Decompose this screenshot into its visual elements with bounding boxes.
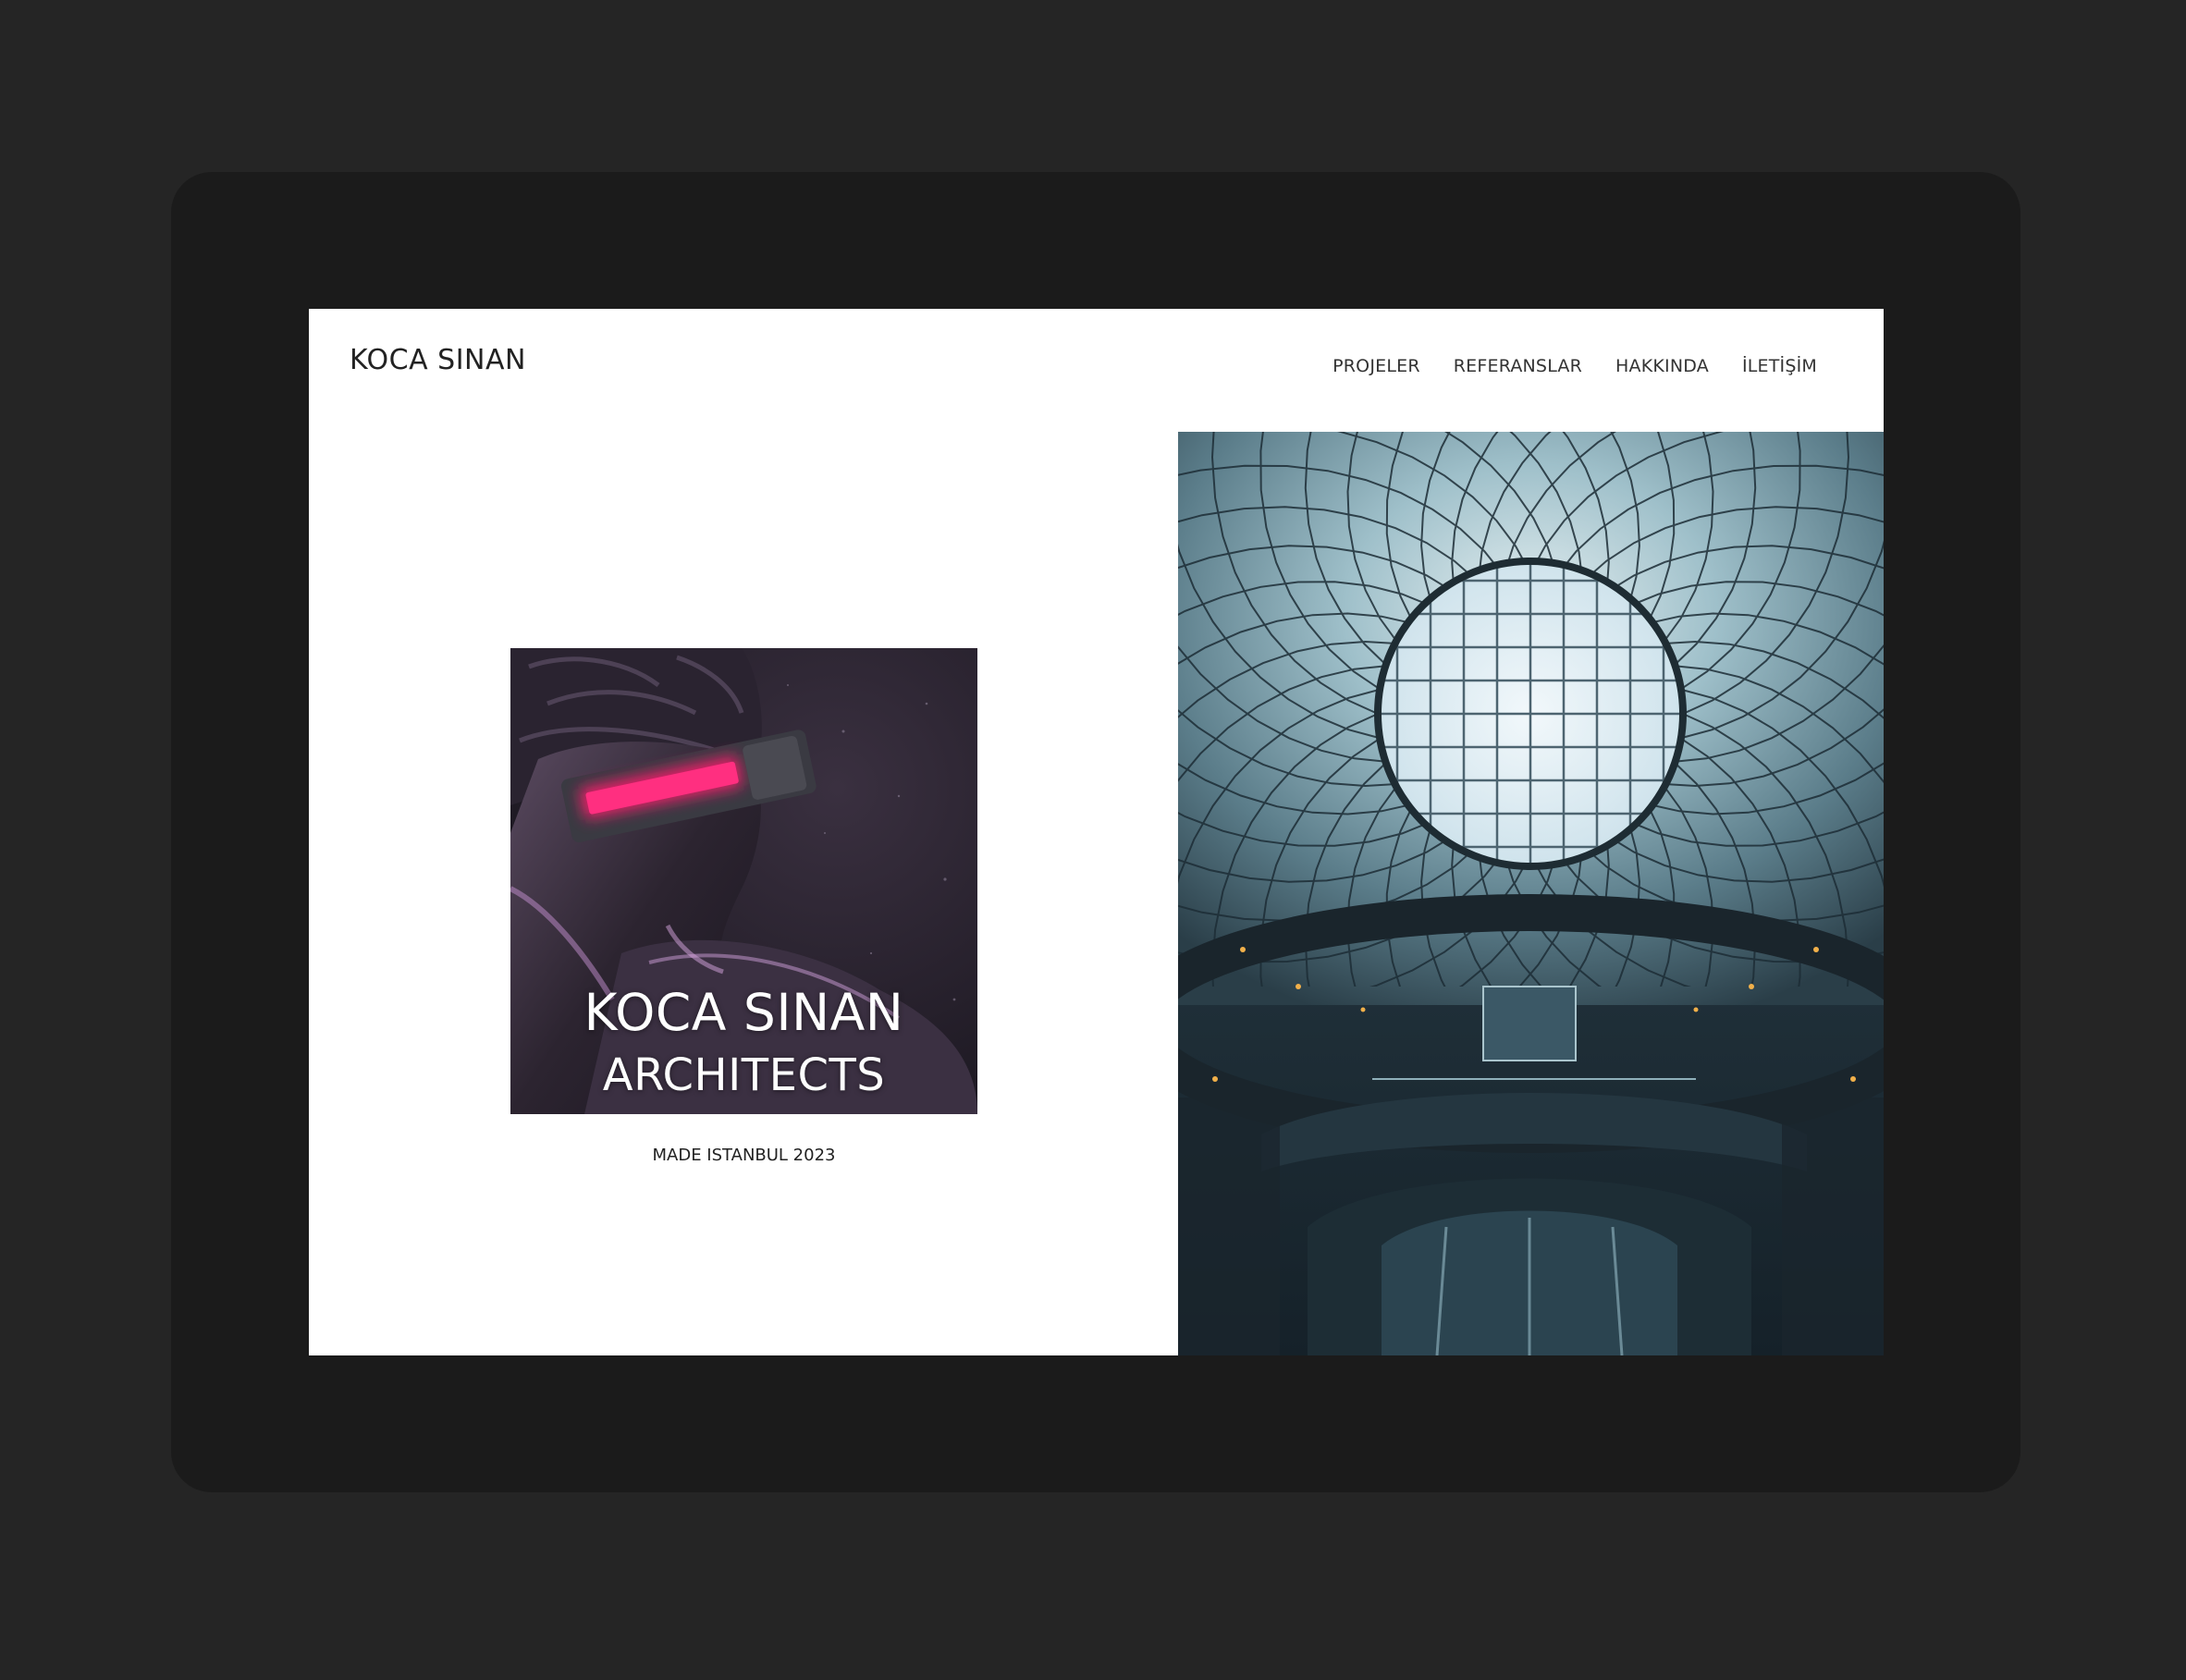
site-logo[interactable]: KOCA SINAN bbox=[350, 344, 526, 376]
statue-visor-artwork bbox=[510, 648, 977, 1114]
nav-item-projeler[interactable]: PROJELER bbox=[1332, 356, 1420, 376]
nav-item-hakkinda[interactable]: HAKKINDA bbox=[1615, 356, 1709, 376]
glass-dome-image bbox=[1178, 432, 1884, 1355]
device-frame: KOCA SINAN PROJELER REFERANSLAR HAKKINDA… bbox=[171, 172, 2020, 1492]
nav-item-referanslar[interactable]: REFERANSLAR bbox=[1454, 356, 1582, 376]
nav-item-iletisim[interactable]: İLETİŞİM bbox=[1742, 356, 1817, 376]
poster-title-line1: KOCA SINAN bbox=[583, 983, 904, 1042]
main-nav: PROJELER REFERANSLAR HAKKINDA İLETİŞİM bbox=[1332, 356, 1817, 376]
poster-title-line2: ARCHITECTS bbox=[602, 1049, 886, 1101]
website-screen: KOCA SINAN PROJELER REFERANSLAR HAKKINDA… bbox=[309, 309, 1884, 1355]
dome-architecture-photo bbox=[1178, 432, 1884, 1355]
hero-tagline: MADE ISTANBUL 2023 bbox=[652, 1146, 836, 1165]
hero-poster-image: KOCA SINAN ARCHITECTS bbox=[510, 648, 977, 1114]
